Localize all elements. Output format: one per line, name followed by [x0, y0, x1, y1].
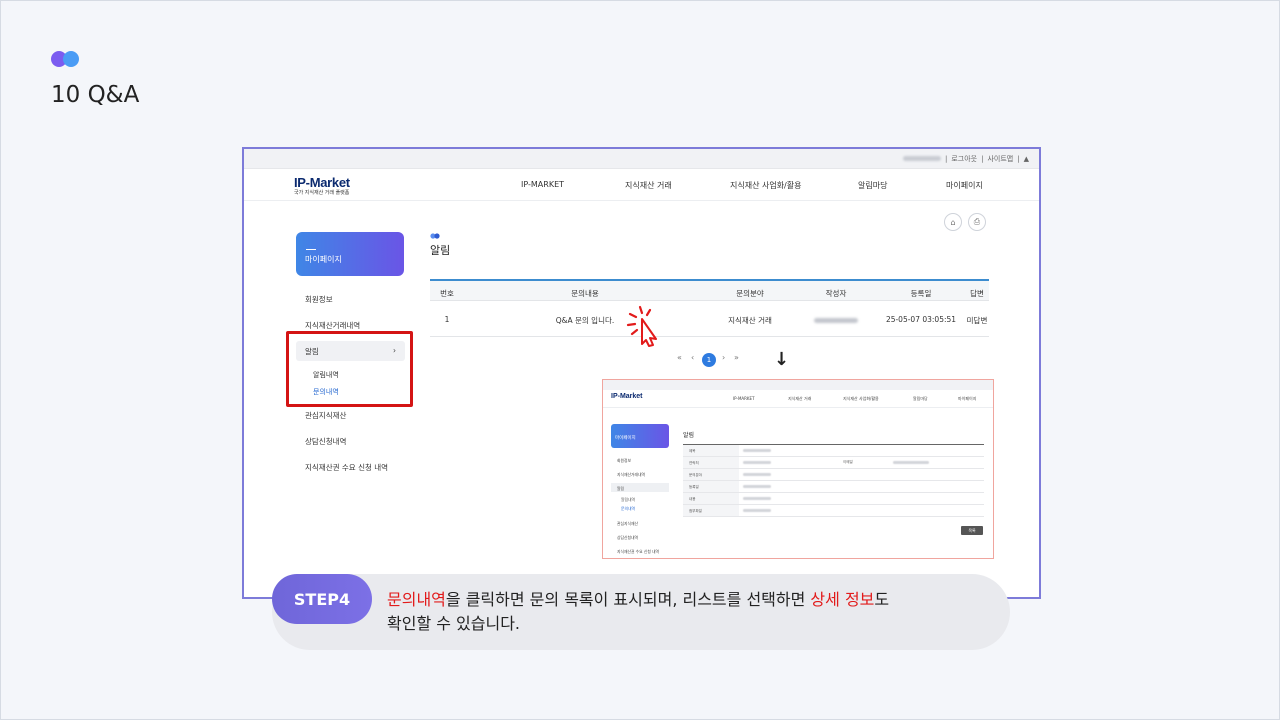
click-cursor-icon [626, 305, 657, 347]
col-no: 번호 [440, 289, 454, 298]
row-author-blurred [814, 315, 858, 324]
detail-screenshot: IP-Market IP-MARKET 지식재산 거래 지식재산 사업화/활용 … [602, 379, 994, 559]
screenshot-frame: | 로그아웃 | 사이트맵 | ▲ IP-Market 국가 지식재산 거래 플… [242, 147, 1041, 599]
col-content: 문의내용 [571, 289, 599, 298]
step-badge: STEP4 [272, 574, 372, 624]
col-author: 작성자 [825, 289, 847, 298]
pager-prev[interactable]: ‹ [691, 353, 694, 362]
col-date: 등록일 [910, 289, 932, 298]
logout-link[interactable]: 로그아웃 [951, 154, 977, 164]
row-field: 지식재산 거래 [728, 316, 772, 325]
row-date: 25-05-07 03:05:51 [885, 315, 957, 324]
mypage-card: 마이페이지 [296, 232, 404, 276]
row-no: 1 [444, 315, 450, 324]
highlight-inquiry-history: 문의내역 [387, 590, 446, 609]
col-answer: 답변 [970, 289, 984, 298]
inset-logo: IP-Market [611, 393, 643, 400]
print-icon[interactable]: ⎙ [968, 213, 986, 231]
highlight-detail-info: 상세 정보 [810, 590, 875, 609]
title-dot-blue [63, 51, 79, 67]
sidebar-item-trade-history[interactable]: 지식재산거래내역 [305, 320, 360, 331]
home-icon[interactable]: ⌂ [944, 213, 962, 231]
highlight-box [286, 331, 413, 407]
row-content[interactable]: Q&A 문의 입니다. [556, 315, 615, 326]
nav-ip-market[interactable]: IP-MARKET [521, 180, 564, 189]
sidebar-item-member-info[interactable]: 회원정보 [305, 294, 333, 305]
table-header: 번호 문의내용 문의분야 작성자 등록일 답변 [430, 279, 989, 301]
col-field: 문의분야 [736, 289, 764, 298]
utility-bar: | 로그아웃 | 사이트맵 | ▲ [244, 149, 1039, 169]
row-answer: 미답변 [966, 316, 988, 325]
section-title: 알림 [430, 244, 451, 257]
table-row[interactable]: 1 Q&A 문의 입니다. 지식재산 거래 25-05-07 03:05:51 … [430, 301, 989, 337]
page-title: 10 Q&A [51, 82, 140, 108]
bell-icon[interactable]: ▲ [1024, 155, 1029, 163]
pager-current[interactable]: 1 [702, 353, 716, 367]
inset-mypage-card: 마이페이지 [611, 424, 669, 448]
sitemap-link[interactable]: 사이트맵 [987, 154, 1013, 164]
nav-ip-commercialization[interactable]: 지식재산 사업화/활용 [730, 180, 801, 191]
inset-title: 알림 [683, 432, 695, 439]
sidebar-item-interest-ip[interactable]: 관심지식재산 [305, 410, 346, 421]
nav-ip-trade[interactable]: 지식재산 거래 [625, 180, 672, 191]
nav-mypage[interactable]: 마이페이지 [946, 180, 983, 191]
section-dots-icon [430, 233, 440, 239]
site-logo[interactable]: IP-Market 국가 지식재산 거래 플랫폼 [294, 175, 350, 196]
pager-first[interactable]: « [677, 353, 682, 362]
user-name-blurred [903, 156, 941, 161]
sidebar-item-consult-history[interactable]: 상담신청내역 [305, 436, 346, 447]
sidebar-item-demand-history[interactable]: 지식재산권 수요 신청 내역 [305, 462, 388, 473]
main-navigation: IP-Market 국가 지식재산 거래 플랫폼 IP-MARKET 지식재산 … [244, 169, 1039, 201]
mypage-card-label: 마이페이지 [305, 255, 342, 264]
nav-notice[interactable]: 알림마당 [858, 180, 887, 191]
step-description: 문의내역을 클릭하면 문의 목록이 표시되며, 리스트를 선택하면 상세 정보도… [387, 590, 890, 633]
pager-last[interactable]: » [734, 353, 739, 362]
arrow-down-icon: ↓ [774, 349, 790, 370]
pager-next[interactable]: › [722, 353, 725, 362]
inset-list-button: 목록 [961, 526, 983, 535]
